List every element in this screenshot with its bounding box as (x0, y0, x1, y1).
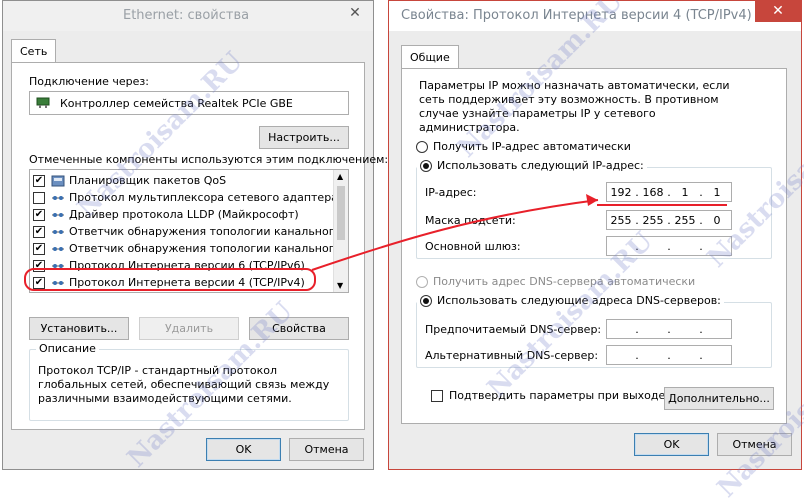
ok-button[interactable]: OK (634, 433, 709, 456)
ip-octet: 168 (642, 185, 664, 199)
properties-button[interactable]: Свойства (249, 317, 349, 340)
adapter-field: Контроллер семейства Realtek PCIe GBE (29, 91, 349, 115)
protocol-icon (51, 209, 65, 221)
install-button[interactable]: Установить... (29, 317, 129, 340)
scroll-thumb[interactable] (337, 186, 345, 240)
ip-octet: 1 (681, 185, 689, 199)
connect-via-label: Подключение через: (29, 75, 149, 88)
description-group-title: Описание (36, 342, 99, 355)
component-label: Драйвер протокола LLDP (Майкрософт) (69, 208, 299, 221)
component-label: Планировщик пакетов QoS (69, 174, 227, 187)
mask-octet: 255 (610, 213, 632, 227)
ip-underline (597, 204, 727, 206)
intro-text: Параметры IP можно назначать автоматичес… (419, 79, 730, 134)
manual-dns-group: Использовать следующие адреса DNS-сервер… (416, 294, 772, 368)
scroll-down-icon[interactable]: ▼ (337, 281, 343, 290)
manual-ip-label: Использовать следующий IP-адрес: (437, 159, 644, 172)
tab-network[interactable]: Сеть (11, 39, 57, 63)
manual-dns-radio[interactable]: Использовать следующие адреса DNS-сервер… (417, 294, 724, 307)
auto-dns-radio: Получить адрес DNS-сервера автоматически (416, 275, 695, 288)
alternate-dns-field[interactable]: ... (606, 345, 732, 365)
component-checkbox[interactable]: ✔ (33, 208, 45, 221)
cancel-button[interactable]: Отмена (289, 438, 364, 461)
tab-general[interactable]: Общие (401, 45, 459, 69)
network-tab-panel: Подключение через: Контроллер семейства … (11, 62, 388, 430)
ip-octet: 192 (610, 185, 632, 199)
validate-on-exit[interactable]: Подтвердить параметры при выходе (431, 389, 665, 402)
list-item[interactable]: ✔ Ответчик обнаружения топологии канальн… (33, 223, 349, 240)
auto-ip-label: Получить IP-адрес автоматически (433, 140, 631, 153)
protocol-icon (51, 192, 65, 204)
mask-octet: 0 (713, 213, 721, 227)
component-label: Протокол мультиплексора сетевого адаптер… (69, 191, 349, 204)
close-icon[interactable]: ✕ (341, 3, 369, 23)
gateway-label: Основной шлюз: (425, 240, 521, 253)
components-scrollbar[interactable]: ▲ ▼ (333, 170, 348, 292)
subnet-mask-label: Маска подсети: (425, 214, 516, 227)
radio-icon (416, 276, 428, 288)
manual-ip-radio[interactable]: Использовать следующий IP-адрес: (417, 159, 647, 172)
list-item[interactable]: ✔ Планировщик пакетов QoS (33, 172, 226, 189)
list-item[interactable]: Протокол мультиплексора сетевого адаптер… (33, 189, 349, 206)
protocol-icon (51, 243, 65, 255)
preferred-dns-label: Предпочитаемый DNS-сервер: (425, 323, 602, 336)
auto-dns-label: Получить адрес DNS-сервера автоматически (433, 275, 696, 288)
ipv4-highlight (24, 268, 316, 291)
advanced-button[interactable]: Дополнительно... (664, 387, 774, 410)
subnet-mask-field[interactable]: 255. 255. 255. 0 (606, 210, 732, 230)
adapter-name: Контроллер семейства Realtek PCIe GBE (60, 97, 293, 110)
remove-button: Удалить (139, 317, 239, 340)
ethernet-titlebar: Ethernet: свойства ✕ (3, 1, 373, 31)
configure-button[interactable]: Настроить... (259, 126, 349, 149)
components-label: Отмеченные компоненты используются этим … (29, 153, 389, 166)
ipv4-titlebar: Свойства: Протокол Интернета версии 4 (T… (389, 1, 801, 31)
component-checkbox[interactable] (33, 191, 45, 204)
ipv4-window-title: Свойства: Протокол Интернета версии 4 (T… (401, 8, 752, 23)
list-item[interactable]: ✔ Драйвер протокола LLDP (Майкрософт) (33, 206, 299, 223)
protocol-icon (51, 226, 65, 238)
ip-address-field[interactable]: 192. 168. 1. 1 (606, 182, 732, 202)
manual-ip-group: Использовать следующий IP-адрес: IP-адре… (416, 159, 772, 259)
manual-dns-label: Использовать следующие адреса DNS-сервер… (437, 294, 721, 307)
component-checkbox[interactable]: ✔ (33, 242, 45, 255)
description-group: Описание Протокол TCP/IP - стандартный п… (29, 342, 349, 421)
ethernet-window-title: Ethernet: свойства (123, 8, 250, 23)
auto-ip-radio[interactable]: Получить IP-адрес автоматически (416, 140, 631, 153)
radio-icon[interactable] (420, 295, 432, 307)
preferred-dns-field[interactable]: ... (606, 319, 732, 339)
validate-label: Подтвердить параметры при выходе (449, 389, 666, 402)
component-label: Ответчик обнаружения топологии канальног… (69, 225, 349, 238)
ip-octet: 1 (713, 185, 721, 199)
list-item[interactable]: ✔ Ответчик обнаружения топологии канальн… (33, 240, 349, 257)
mask-octet: 255 (674, 213, 696, 227)
component-checkbox[interactable]: ✔ (33, 225, 45, 238)
mask-octet: 255 (642, 213, 664, 227)
general-tab-panel: Параметры IP можно назначать автоматичес… (401, 68, 787, 424)
component-checkbox[interactable]: ✔ (33, 174, 45, 187)
description-text: Протокол TCP/IP - стандартный протокол г… (38, 364, 330, 405)
scheduler-icon (51, 175, 65, 187)
ip-address-label: IP-адрес: (425, 186, 477, 199)
radio-icon[interactable] (420, 160, 432, 172)
ipv4-properties-window: Свойства: Протокол Интернета версии 4 (T… (388, 0, 802, 470)
gateway-field[interactable]: ... (606, 236, 732, 256)
ethernet-properties-window: Ethernet: свойства ✕ Сеть Подключение че… (2, 0, 388, 470)
network-adapter-icon (36, 97, 50, 109)
component-label: Ответчик обнаружения топологии канальног… (69, 242, 349, 255)
alternate-dns-label: Альтернативный DNS-сервер: (425, 349, 599, 362)
radio-icon[interactable] (416, 141, 428, 153)
validate-checkbox[interactable] (431, 389, 443, 402)
close-icon[interactable]: ✕ (755, 1, 801, 22)
scroll-up-icon[interactable]: ▲ (337, 172, 343, 181)
ok-button[interactable]: OK (206, 438, 281, 461)
cancel-button[interactable]: Отмена (717, 433, 792, 456)
